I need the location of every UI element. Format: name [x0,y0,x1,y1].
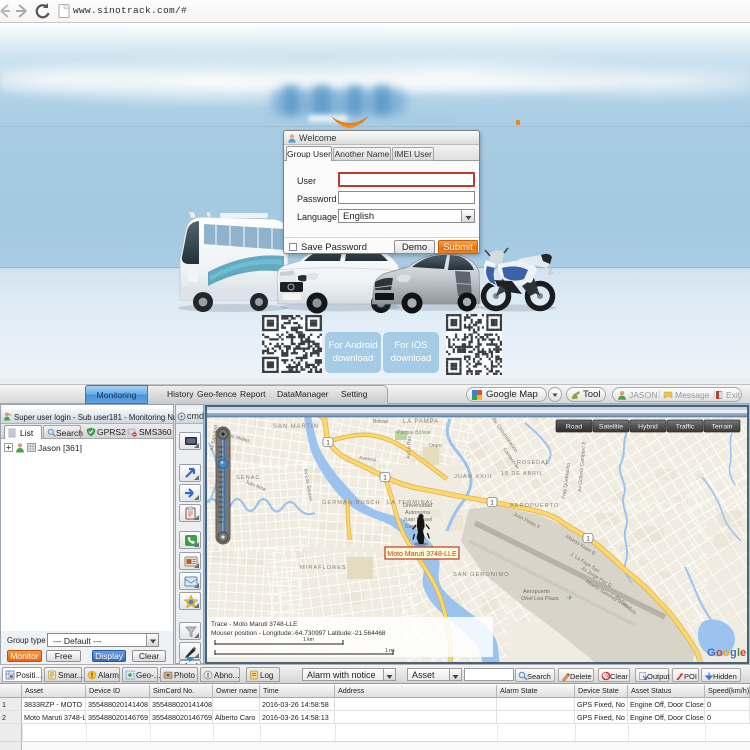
svg-text:Aeropuerto: Aeropuerto [523,589,550,595]
svg-text:Moto Maruti 3748-LLE: Moto Maruti 3748-LLE [387,551,457,558]
svg-text:JUAN XXIII: JUAN XXIII [454,474,492,480]
svg-text:o: o [716,647,723,659]
svg-text:AEROPUERTO: AEROPUERTO [510,503,559,509]
svg-text:g: g [730,647,737,659]
svg-text:Satellite: Satellite [599,424,623,431]
svg-text:GERMAN-BUSCH: GERMAN-BUSCH [322,500,380,506]
svg-text:ROSEDAL: ROSEDAL [517,460,550,466]
svg-text:o: o [723,647,730,659]
svg-text:G: G [707,647,716,659]
svg-text:Oruro: Oruro [429,443,442,449]
svg-text:Traffic: Traffic [676,424,695,431]
svg-text:✈: ✈ [567,595,573,602]
svg-text:1: 1 [490,500,494,507]
svg-text:1: 1 [383,475,387,482]
svg-text:Bolivar: Bolivar [373,419,389,425]
svg-text:Av La Paz: Av La Paz [406,436,413,459]
svg-text:Terrain: Terrain [712,424,733,431]
svg-text:1: 1 [326,440,330,447]
svg-text:Road: Road [566,424,582,431]
svg-text:15 DE ABRIL: 15 DE ABRIL [501,471,543,477]
svg-text:Mouser position - Longitude:-6: Mouser position - Longitude:-64.730997 L… [211,630,386,637]
svg-text:Parque Bolivar: Parque Bolivar [397,430,431,436]
svg-text:1 km: 1 km [303,637,314,643]
svg-text:SAN MARTIN: SAN MARTIN [273,424,319,430]
svg-text:e: e [740,647,746,659]
svg-text:SAN GERONIMO: SAN GERONIMO [453,572,510,578]
svg-text:LA PAMPA: LA PAMPA [403,419,439,425]
svg-text:1: 1 [586,536,590,543]
svg-text:Universidad: Universidad [403,503,432,509]
svg-text:MIRAFLORES: MIRAFLORES [300,565,347,571]
svg-text:Trace - Moto Maruti 3748-LLE: Trace - Moto Maruti 3748-LLE [211,621,298,628]
svg-text:Oriel Lea Plaza: Oriel Lea Plaza [521,596,560,602]
svg-text:Autonoma: Autonoma [405,510,431,516]
svg-text:Hybrid: Hybrid [638,424,658,431]
